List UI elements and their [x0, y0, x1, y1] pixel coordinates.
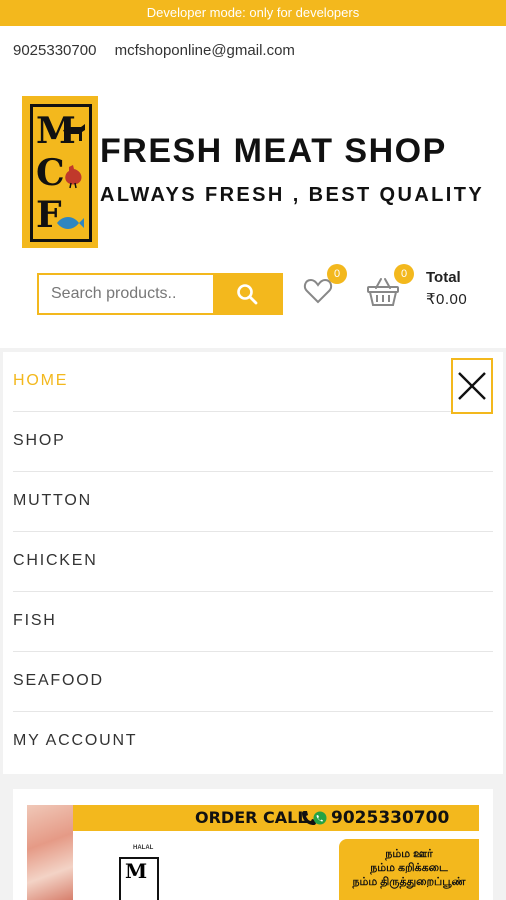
menu-item-home[interactable]: HOME [13, 352, 493, 412]
banner-logo-letter: M [125, 859, 148, 883]
wishlist-count-badge: 0 [327, 264, 347, 284]
search-icon [237, 284, 258, 305]
goat-icon [63, 124, 85, 141]
cart-total-label: Total [426, 269, 461, 286]
brand-title: FRESH MEAT SHOP [100, 132, 447, 170]
search-form [37, 273, 283, 315]
mobile-nav-menu: HOME SHOP MUTTON CHICKEN FISH SEAFOOD MY… [3, 352, 503, 774]
order-call-strip: ORDER CALL 9025330700 [73, 805, 479, 831]
halal-label: HALAL [133, 845, 154, 851]
logo-frame: M C F [30, 104, 92, 242]
wishlist-button[interactable]: 0 [303, 264, 347, 306]
site-logo[interactable]: M C F [22, 96, 98, 248]
menu-item-shop[interactable]: SHOP [13, 412, 493, 472]
meat-photo [27, 805, 73, 900]
menu-item-fish[interactable]: FISH [13, 592, 493, 652]
menu-item-mutton[interactable]: MUTTON [13, 472, 493, 532]
contact-bar: 9025330700 mcfshoponline@gmail.com [13, 42, 309, 59]
search-input[interactable] [39, 275, 213, 313]
developer-mode-banner: Developer mode: only for developers [0, 0, 506, 26]
order-phone-number: 9025330700 [331, 808, 450, 828]
search-button[interactable] [213, 275, 281, 313]
menu-item-seafood[interactable]: SEAFOOD [13, 652, 493, 712]
cart-button[interactable]: 0 [366, 264, 414, 308]
tamil-line-3: நம்ம திருத்துறைப்பூண் [352, 876, 466, 888]
tamil-line-1: நம்ம ஊர் [385, 848, 433, 860]
site-header: 9025330700 mcfshoponline@gmail.com M C F… [0, 26, 506, 348]
whatsapp-icon [313, 811, 327, 825]
cart-total-value: ₹0.00 [426, 291, 468, 308]
basket-icon [367, 278, 399, 306]
banner-logo: M [119, 857, 159, 900]
close-menu-button[interactable] [451, 358, 493, 414]
menu-item-my-account[interactable]: MY ACCOUNT [13, 712, 493, 772]
cart-count-badge: 0 [394, 264, 414, 284]
menu-item-chicken[interactable]: CHICKEN [13, 532, 493, 592]
contact-email[interactable]: mcfshoponline@gmail.com [115, 42, 295, 59]
brand-subtitle: ALWAYS FRESH , BEST QUALITY [100, 184, 485, 206]
contact-phone[interactable]: 9025330700 [13, 42, 96, 59]
promo-banner-image[interactable]: ORDER CALL 9025330700 HALAL M நம்ம ஊர் ந… [27, 805, 479, 900]
tamil-line-2: நம்ம கறிக்கடை [370, 862, 448, 874]
tamil-tagline: நம்ம ஊர் நம்ம கறிக்கடை நம்ம திருத்துறைப்… [339, 839, 479, 900]
promo-banner-card: ORDER CALL 9025330700 HALAL M நம்ம ஊர் ந… [13, 789, 493, 900]
order-call-text: ORDER CALL [195, 808, 308, 827]
chicken-icon [65, 165, 82, 189]
fish-icon [57, 217, 84, 229]
close-icon [458, 372, 486, 400]
